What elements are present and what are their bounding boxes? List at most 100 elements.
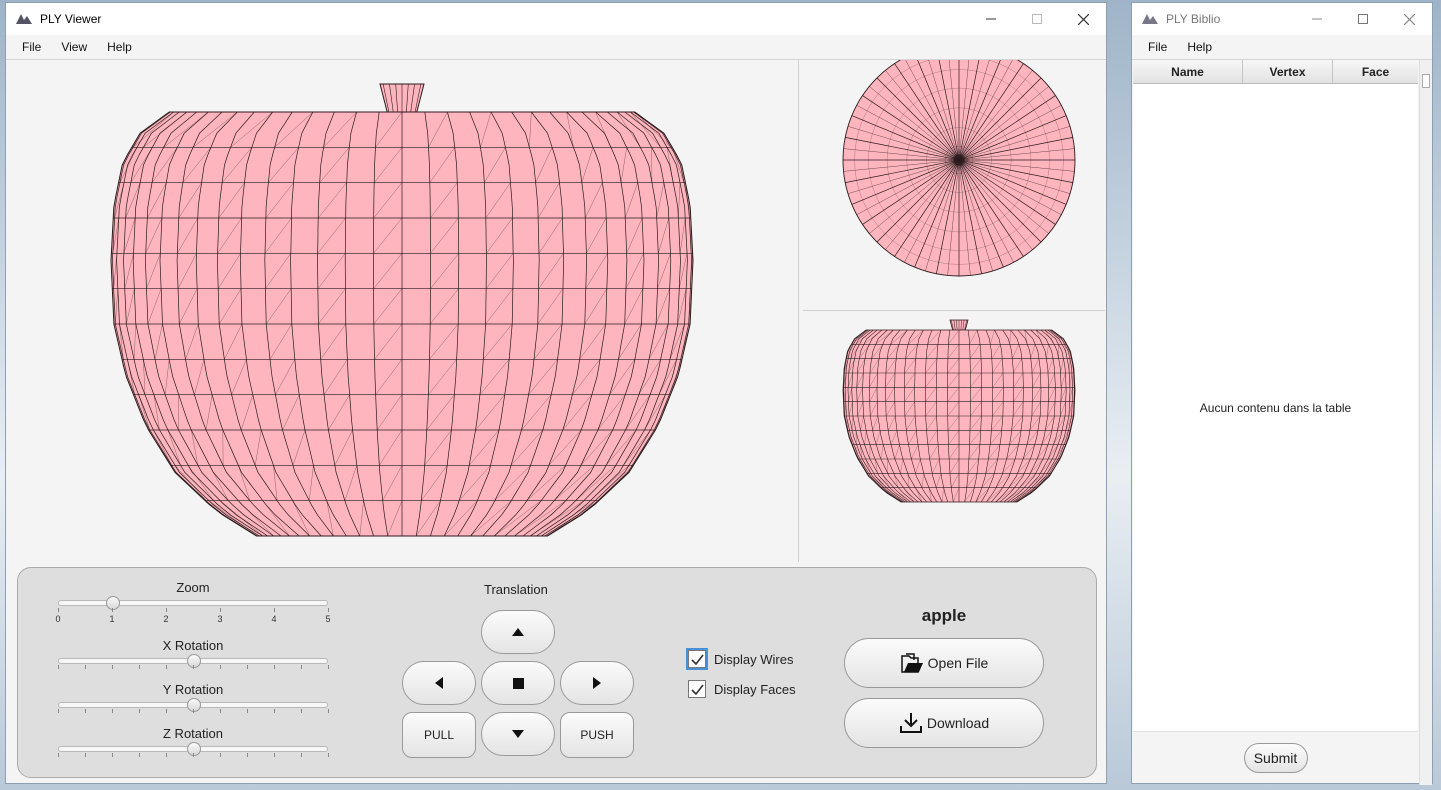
viewer-title: PLY Viewer	[40, 12, 102, 26]
y-rotation-slider-group: Y Rotation	[58, 682, 329, 714]
maximize-button[interactable]	[1014, 3, 1060, 35]
z-rotation-slider-group: Z Rotation	[58, 726, 329, 758]
display-wires-checkbox[interactable]	[686, 648, 708, 670]
display-faces-checkbox[interactable]	[688, 680, 706, 698]
apple-mesh-front-view[interactable]	[6, 60, 798, 562]
rotation-tick	[247, 709, 248, 713]
x-rotation-label: X Rotation	[162, 638, 224, 653]
pull-button[interactable]: PULL	[402, 712, 476, 758]
translate-up-button[interactable]	[481, 610, 555, 654]
rotation-tick	[85, 753, 86, 757]
rotation-tick	[328, 665, 329, 669]
translate-down-button[interactable]	[481, 712, 555, 756]
column-header-face[interactable]: Face	[1333, 60, 1418, 83]
display-wires-row[interactable]: Display Wires	[686, 648, 794, 670]
rotation-tick	[58, 709, 59, 713]
close-icon	[1403, 13, 1415, 25]
zoom-tick	[166, 608, 167, 612]
checkmark-icon	[690, 684, 704, 695]
rotation-tick	[247, 753, 248, 757]
rotation-tick	[247, 665, 248, 669]
rotation-tick	[301, 665, 302, 669]
menu-file[interactable]: File	[12, 40, 51, 54]
arrow-right-icon	[593, 677, 601, 689]
checkmark-icon	[690, 654, 704, 665]
zoom-tick-label: 3	[217, 614, 223, 624]
zoom-tick-label: 1	[109, 614, 115, 624]
open-file-button[interactable]: Open File	[844, 638, 1044, 688]
zoom-tick	[220, 608, 221, 612]
rotation-tick	[112, 753, 113, 757]
display-faces-label: Display Faces	[714, 681, 796, 697]
side-divider	[803, 310, 1105, 311]
arrow-down-icon	[512, 730, 524, 738]
rotation-tick	[166, 665, 167, 669]
rotation-tick	[193, 709, 194, 713]
viewer-titlebar[interactable]: PLY Viewer	[6, 3, 1106, 35]
maximize-icon	[1358, 14, 1368, 24]
rotation-tick	[112, 709, 113, 713]
zoom-tick-label: 5	[325, 614, 331, 624]
minimize-button[interactable]	[1294, 3, 1340, 35]
rotation-tick	[58, 753, 59, 757]
submit-button[interactable]: Submit	[1243, 742, 1308, 773]
control-panel: Zoom 0 1 2 3 4 5 X Rotation Y Rotation Z Rota…	[17, 567, 1097, 778]
y-rotation-ticks	[58, 708, 329, 714]
translate-reset-button[interactable]	[481, 661, 555, 705]
menu-view[interactable]: View	[51, 40, 97, 54]
rotation-tick	[220, 753, 221, 757]
ply-biblio-window: PLY Biblio File Help Name Vertex Face Au…	[1131, 2, 1433, 785]
z-rotation-ticks	[58, 752, 329, 758]
pull-label: PULL	[423, 728, 455, 742]
zoom-ticks: 0 1 2 3 4 5	[55, 606, 331, 624]
menu-file[interactable]: File	[1138, 40, 1177, 54]
rotation-tick	[328, 709, 329, 713]
side-views-panel	[798, 60, 1108, 562]
translate-left-button[interactable]	[402, 661, 476, 705]
apple-mesh-side-view	[842, 319, 1076, 503]
zoom-label: Zoom	[176, 580, 210, 595]
close-button[interactable]	[1386, 3, 1432, 35]
rotation-tick	[274, 753, 275, 757]
rotation-tick	[274, 665, 275, 669]
push-button[interactable]: PUSH	[560, 712, 634, 758]
top-view[interactable]	[799, 60, 1109, 310]
biblio-titlebar[interactable]: PLY Biblio	[1132, 3, 1432, 35]
ply-viewer-window: PLY Viewer File View Help Zoom 0 1 2 3 4…	[5, 2, 1107, 784]
maximize-button[interactable]	[1340, 3, 1386, 35]
submit-label: Submit	[1253, 749, 1298, 766]
main-3d-view[interactable]	[6, 60, 798, 562]
main-apple	[110, 83, 694, 537]
rotation-tick	[85, 665, 86, 669]
rotation-tick	[274, 709, 275, 713]
menu-help[interactable]: Help	[97, 40, 142, 54]
arrow-up-icon	[512, 628, 524, 636]
download-button[interactable]: Download	[844, 698, 1044, 748]
minimize-icon	[1312, 18, 1322, 20]
close-button[interactable]	[1060, 3, 1106, 35]
zoom-tick	[58, 608, 59, 612]
apple-mesh-top-view	[842, 60, 1076, 277]
side-view[interactable]	[799, 312, 1109, 562]
display-faces-row[interactable]: Display Faces	[688, 680, 796, 698]
rotation-tick	[301, 753, 302, 757]
rotation-tick	[85, 709, 86, 713]
scrollbar-thumb[interactable]	[1422, 74, 1430, 88]
translate-right-button[interactable]	[560, 661, 634, 705]
minimize-button[interactable]	[968, 3, 1014, 35]
stop-icon	[512, 677, 524, 689]
zoom-tick	[274, 608, 275, 612]
vertical-scrollbar[interactable]	[1419, 60, 1432, 785]
rotation-tick	[166, 753, 167, 757]
rotation-tick	[139, 709, 140, 713]
column-header-name[interactable]: Name	[1133, 60, 1243, 83]
biblio-footer: Submit	[1133, 731, 1418, 783]
rotation-tick	[58, 665, 59, 669]
column-header-vertex[interactable]: Vertex	[1243, 60, 1333, 83]
table-body[interactable]: Aucun contenu dans la table	[1133, 84, 1418, 731]
y-rotation-label: Y Rotation	[162, 682, 224, 697]
translation-label: Translation	[484, 582, 548, 597]
display-wires-label: Display Wires	[714, 651, 794, 667]
rotation-tick	[220, 665, 221, 669]
menu-help[interactable]: Help	[1177, 40, 1222, 54]
